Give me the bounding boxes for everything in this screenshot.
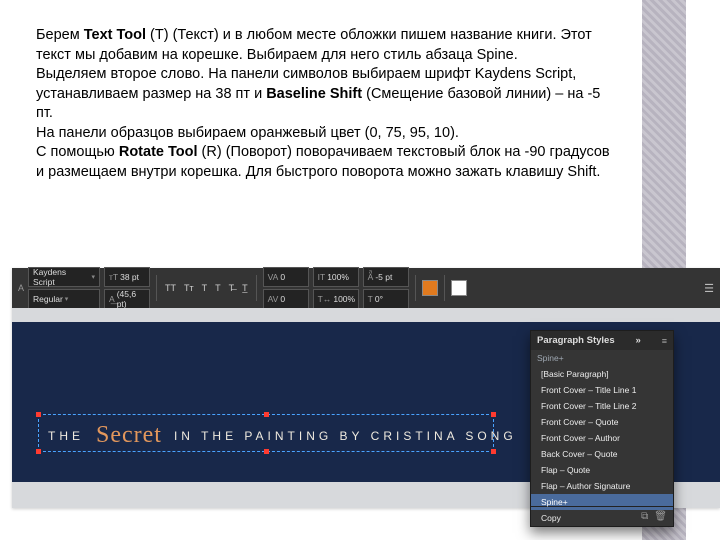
- instruction-text: Берем Text Tool (T) (Текст) и в любом ме…: [36, 26, 614, 183]
- divider: [156, 275, 157, 301]
- document-canvas[interactable]: THE Secret IN THE PAINTING BY CRISTINA S…: [12, 308, 720, 508]
- style-row[interactable]: Back Cover – Quote: [531, 446, 673, 462]
- leading-field[interactable]: A͟(45,6 pt): [104, 289, 150, 309]
- trash-icon[interactable]: 🗑: [654, 511, 667, 522]
- bold-baseline-shift: Baseline Shift: [266, 86, 362, 102]
- style-row[interactable]: Front Cover – Quote: [531, 414, 673, 430]
- font-style-value: Regular: [33, 294, 63, 304]
- chevron-down-icon: ▾: [65, 295, 69, 303]
- vscale-value: 100%: [327, 272, 349, 282]
- baseline-shift-value: -5 pt: [375, 272, 392, 282]
- chevron-down-icon: ▾: [92, 273, 96, 281]
- t: На панели образцов выбираем оранжевый цв…: [36, 125, 459, 141]
- panel-menu-icon[interactable]: ≡: [662, 336, 667, 346]
- selection-handle[interactable]: [36, 412, 41, 417]
- leading-icon: A͟: [109, 294, 115, 304]
- current-style-indicator: Spine+: [531, 350, 673, 366]
- hscale-value: 100%: [333, 294, 355, 304]
- font-size-field[interactable]: тТ38 pt: [104, 267, 150, 287]
- style-row[interactable]: [Basic Paragraph]: [531, 366, 673, 382]
- style-row[interactable]: Flap – Author Signature: [531, 478, 673, 494]
- bold-text-tool: Text Tool: [84, 27, 146, 43]
- new-style-icon[interactable]: ⧉: [641, 511, 648, 522]
- skew-field[interactable]: T0°: [363, 289, 409, 309]
- font-style-field[interactable]: Regular▾: [28, 289, 100, 309]
- leading-value: (45,6 pt): [117, 289, 145, 309]
- baseline-shift-icon: Aͣ: [368, 272, 374, 282]
- selection-handle[interactable]: [264, 412, 269, 417]
- font-size-value: 38 pt: [120, 272, 139, 282]
- vscale-field[interactable]: IT100%: [313, 267, 359, 287]
- selection-handle[interactable]: [491, 449, 496, 454]
- tracking-icon: AV: [268, 294, 279, 304]
- paragraph-styles-panel[interactable]: Paragraph Styles » ≡ Spine+ [Basic Parag…: [530, 330, 674, 527]
- subscript-btn[interactable]: Т: [213, 283, 223, 293]
- divider: [415, 275, 416, 301]
- title-part-1: THE: [48, 429, 84, 443]
- underline-btn[interactable]: T̶: [227, 283, 237, 293]
- vertical-scale-icon: IT: [318, 272, 326, 282]
- bold-rotate-tool: Rotate Tool: [119, 144, 198, 160]
- kerning-value: 0: [280, 272, 285, 282]
- baseline-shift-field[interactable]: Aͣ-5 pt: [363, 267, 409, 287]
- kerning-field[interactable]: VA0: [263, 267, 309, 287]
- selection-handle[interactable]: [36, 449, 41, 454]
- fill-color-swatch[interactable]: [422, 280, 438, 296]
- font-family-field[interactable]: Kaydens Script▾: [28, 267, 100, 287]
- hscale-field[interactable]: T↔100%: [313, 289, 359, 309]
- skew-icon: T: [368, 294, 373, 304]
- divider: [256, 275, 257, 301]
- style-row[interactable]: Front Cover – Title Line 2: [531, 398, 673, 414]
- title-script-word: Secret: [96, 422, 162, 449]
- tracking-field[interactable]: AV0: [263, 289, 309, 309]
- font-family-value: Kaydens Script: [33, 267, 89, 287]
- panel-title: Paragraph Styles: [537, 335, 615, 346]
- panel-header[interactable]: Paragraph Styles » ≡: [531, 331, 673, 350]
- font-size-icon: тТ: [109, 272, 118, 282]
- chevron-icon[interactable]: »: [636, 335, 641, 346]
- book-title-text: THE Secret IN THE PAINTING BY CRISTINA S…: [48, 420, 517, 447]
- selection-handle[interactable]: [491, 412, 496, 417]
- style-row[interactable]: Flap – Quote: [531, 462, 673, 478]
- style-row[interactable]: Front Cover – Author: [531, 430, 673, 446]
- title-part-2: IN THE PAINTING BY CRISTINA SONG: [174, 429, 517, 443]
- kerning-icon: VA: [268, 272, 279, 282]
- style-row[interactable]: Front Cover – Title Line 1: [531, 382, 673, 398]
- styles-list: [Basic Paragraph] Front Cover – Title Li…: [531, 366, 673, 506]
- indesign-screenshot: A Kaydens Script▾ Regular▾ тТ38 pt A͟(45…: [12, 268, 720, 508]
- t: С помощью: [36, 144, 119, 160]
- type-mode-icon: A: [18, 283, 24, 293]
- case-btn[interactable]: Tт: [182, 283, 196, 293]
- panel-menu-icon[interactable]: ☰: [704, 282, 714, 295]
- tracking-value: 0: [280, 294, 285, 304]
- selection-handle[interactable]: [264, 449, 269, 454]
- t: Берем: [36, 27, 84, 43]
- strike-btn[interactable]: T̲: [240, 283, 250, 293]
- stroke-color-swatch[interactable]: [451, 280, 467, 296]
- superscript-btn[interactable]: T: [200, 283, 210, 293]
- character-control-bar: A Kaydens Script▾ Regular▾ тТ38 pt A͟(45…: [12, 268, 720, 308]
- skew-value: 0°: [375, 294, 383, 304]
- case-btn[interactable]: TT: [163, 283, 178, 293]
- divider: [444, 275, 445, 301]
- horizontal-scale-icon: T↔: [318, 294, 332, 304]
